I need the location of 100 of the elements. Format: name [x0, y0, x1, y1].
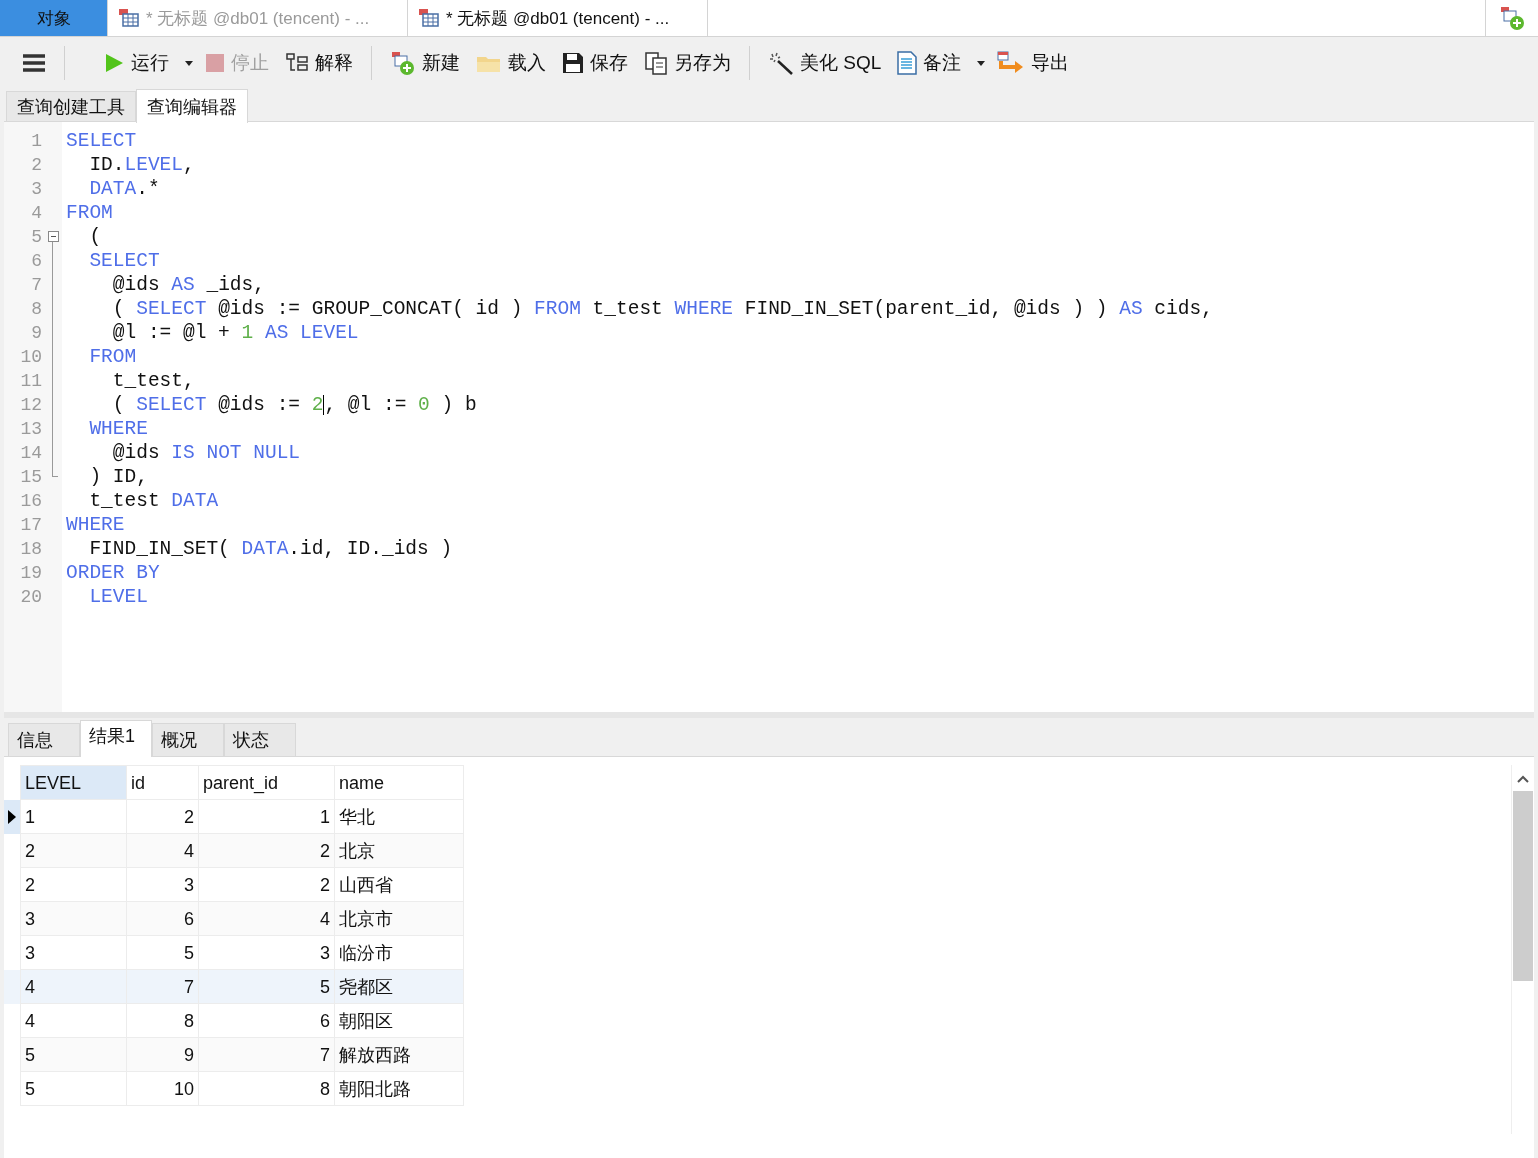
scrollbar[interactable]: [1511, 765, 1534, 1134]
toolbar-button[interactable]: 备注: [893, 46, 966, 80]
column-header[interactable]: parent_id: [198, 765, 335, 800]
line-number: 9: [30, 323, 42, 343]
table-cell: 尧都区: [334, 969, 464, 1004]
code-line: (: [88, 225, 103, 249]
table-cell: 解放西路: [334, 1037, 464, 1072]
table-cell: 7: [198, 1037, 335, 1072]
toolbar-button[interactable]: 导出: [993, 46, 1074, 80]
tab[interactable]: 结果1: [80, 720, 152, 757]
table-cell: 3: [20, 935, 127, 970]
table-row[interactable]: 2 4 2 北京: [4, 833, 464, 868]
column-header[interactable]: name: [334, 765, 464, 800]
table-cell: 3: [198, 935, 335, 970]
table-row[interactable]: 5 10 8 朝阳北路: [4, 1071, 464, 1106]
diagram-icon: [285, 52, 309, 74]
new-tab-icon[interactable]: [1499, 5, 1525, 31]
code-line: LEVEL: [88, 585, 149, 609]
table-cell: 6: [198, 1003, 335, 1038]
code-line: FIND_IN_SET( DATA.id, ID._ids ): [88, 537, 454, 561]
code-line: WHERE: [66, 513, 126, 537]
code-line: ID.LEVEL,: [88, 153, 196, 177]
table-cell: 9: [126, 1037, 199, 1072]
table-row[interactable]: 2 3 2 山西省: [4, 867, 464, 902]
copy-document-icon: [644, 51, 668, 75]
table-cell: 7: [126, 969, 199, 1004]
line-number: 8: [30, 299, 42, 319]
table-icon: [418, 8, 440, 28]
table-cell: 8: [198, 1071, 335, 1106]
table-cell: 华北: [334, 799, 464, 834]
toolbar-button[interactable]: 解释: [281, 46, 357, 80]
toolbar-button[interactable]: 美化 SQL: [764, 46, 886, 80]
objects-tab[interactable]: 对象: [0, 0, 108, 36]
line-number: 18: [19, 539, 42, 559]
column-header[interactable]: LEVEL: [20, 765, 127, 800]
tab[interactable]: 状态: [224, 723, 296, 756]
table-cell: 5: [20, 1037, 127, 1072]
code-line: @ids IS NOT NULL: [111, 441, 302, 465]
toolbar-button[interactable]: 新建: [386, 46, 464, 80]
code-line: @ids AS _ids,: [111, 273, 266, 297]
table-row[interactable]: 1 2 1 华北: [4, 799, 464, 834]
code-line: WHERE: [88, 417, 149, 441]
table-cell: 2: [126, 799, 199, 834]
scroll-up-icon: [1516, 773, 1530, 785]
table-cell: 6: [126, 901, 199, 936]
tab[interactable]: 查询编辑器: [136, 89, 248, 123]
code-line: ORDER BY: [66, 561, 161, 585]
tab[interactable]: 概况: [152, 723, 224, 756]
table-cell: 2: [20, 867, 127, 902]
caret-icon[interactable]: [185, 60, 193, 66]
table-row[interactable]: 5 9 7 解放西路: [4, 1037, 464, 1072]
line-number: 16: [19, 491, 42, 511]
code-line: ) ID,: [88, 465, 149, 489]
toolbar-button[interactable]: 运行: [99, 46, 173, 80]
table-cell: 北京: [334, 833, 464, 868]
line-number: 19: [19, 563, 42, 583]
code-line: t_test,: [111, 369, 196, 393]
table-row[interactable]: 3 6 4 北京市: [4, 901, 464, 936]
code-line: DATA.*: [88, 177, 161, 201]
line-number: 12: [19, 395, 42, 415]
table-row[interactable]: 3 5 3 临汾市: [4, 935, 464, 970]
menu-icon: [22, 53, 46, 73]
table-cell: 4: [126, 833, 199, 868]
table-cell: 3: [126, 867, 199, 902]
table-cell: 4: [20, 969, 127, 1004]
toolbar-button[interactable]: 另存为: [640, 46, 735, 80]
document-icon: [897, 51, 918, 75]
table-add-icon: [390, 50, 416, 76]
code-line: @l := @l + 1 AS LEVEL: [111, 321, 360, 345]
table-row[interactable]: 4 8 6 朝阳区: [4, 1003, 464, 1038]
table-cell: 1: [198, 799, 335, 834]
table-cell: 5: [20, 1071, 127, 1106]
table-cell: 4: [20, 1003, 127, 1038]
table-icon: [118, 8, 140, 28]
magic-wand-icon: [768, 51, 794, 75]
code-line: SELECT: [88, 249, 161, 273]
table-cell: 朝阳区: [334, 1003, 464, 1038]
play-icon: [103, 52, 125, 74]
caret-icon[interactable]: [977, 60, 986, 66]
toolbar-button[interactable]: 载入: [472, 46, 550, 80]
tab[interactable]: 查询创建工具: [6, 91, 136, 121]
toolbar-button[interactable]: 保存: [558, 46, 632, 80]
line-number: 15: [19, 467, 42, 487]
table-cell: 8: [126, 1003, 199, 1038]
line-number: 7: [30, 275, 42, 295]
code-line: SELECT: [66, 129, 138, 153]
table-row[interactable]: 4 7 5 尧都区: [4, 969, 464, 1004]
code-line: FROM: [66, 201, 114, 225]
line-number: 11: [19, 371, 42, 391]
code-line: ( SELECT @ids := 2, @l := 0 ) b: [111, 393, 478, 417]
collapse-icon[interactable]: [48, 231, 59, 242]
tab[interactable]: 信息: [8, 723, 80, 756]
table-cell: 5: [126, 935, 199, 970]
table-cell: 1: [20, 799, 127, 834]
column-header[interactable]: id: [126, 765, 199, 800]
current-row-icon: [7, 808, 17, 825]
table-cell: 临汾市: [334, 935, 464, 970]
line-number: 4: [30, 203, 42, 223]
line-number: 14: [19, 443, 42, 463]
code-line: ( SELECT @ids := GROUP_CONCAT( id ) FROM t_test WHERE FIND_IN_SET(parent_id, @ids ) ) AS cids,: [111, 297, 1214, 321]
